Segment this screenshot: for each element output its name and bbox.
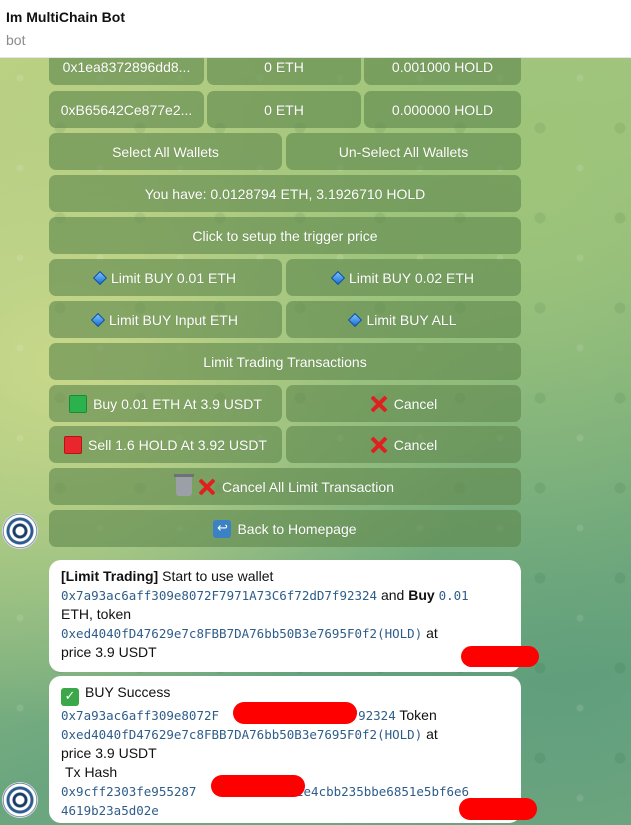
sell-order-label: Sell 1.6 HOLD At 3.92 USDT	[88, 436, 267, 453]
message-text-segment: ETH, token	[61, 606, 132, 622]
cancel-label: Cancel	[393, 436, 438, 453]
buy-success-text: BUY Success	[85, 684, 171, 700]
tx-hash-code[interactable]: 4619b23a5d02e	[61, 803, 159, 818]
buy-keyword: Buy	[408, 587, 435, 603]
wallet-eth-button[interactable]: 0 ETH	[207, 58, 361, 85]
wallet-address-button[interactable]: 0x1ea8372896dd8...	[49, 58, 204, 85]
blue-diamond-icon	[90, 312, 106, 327]
wallet-eth-label: 0 ETH	[264, 101, 304, 118]
sell-order-button[interactable]: Sell 1.6 HOLD At 3.92 USDT	[49, 426, 282, 463]
red-square-icon	[64, 435, 83, 454]
wallet-hold-label: 0.000000 HOLD	[391, 101, 494, 118]
wallet-hold-button[interactable]: 0.001000 HOLD	[364, 58, 521, 85]
wallet-eth-label: 0 ETH	[264, 59, 304, 75]
token-address-code[interactable]: 0xed4040fD47629e7c8FBB7DA76bb50B3e7695F0…	[61, 626, 422, 641]
red-x-icon	[370, 395, 388, 413]
redaction-mark	[459, 798, 537, 820]
buy-order-button[interactable]: Buy 0.01 ETH At 3.9 USDT	[49, 385, 282, 422]
cancel-label: Cancel	[393, 395, 438, 412]
limit-trading-transactions-button[interactable]: Limit Trading Transactions	[49, 343, 521, 380]
message-text-segment: and	[377, 587, 409, 603]
bot-avatar[interactable]	[2, 513, 38, 549]
cancel-all-label: Cancel All Limit Transaction	[222, 478, 394, 495]
setup-trigger-price-button[interactable]: Click to setup the trigger price	[49, 217, 521, 254]
trash-icon	[174, 474, 195, 496]
blue-diamond-icon	[348, 312, 363, 327]
wallet-address-code[interactable]: 0x7a93ac6aff309e8072F7971A73C6f72dD7f923…	[61, 588, 377, 603]
message-text-segment: Start to use wallet	[158, 568, 274, 584]
message-bubble: [Limit Trading] Start to use wallet 0x7a…	[49, 560, 521, 672]
limit-buy-all-label: Limit BUY ALL	[366, 311, 457, 328]
token-address-code[interactable]: 0xed4040fD47629e7c8FBB7DA76bb50B3e7695F0…	[61, 727, 422, 742]
chat-header: Im MultiChain Bot bot	[0, 0, 631, 58]
wallet-address-button[interactable]: 0xB65642Ce877e2...	[49, 91, 204, 128]
check-mark-icon: ✓	[61, 687, 79, 706]
back-to-homepage-button[interactable]: ↩ Back to Homepage	[49, 510, 521, 547]
chat-area[interactable]: 0x1ea8372896dd8... 0 ETH 0.001000 HOLD 0…	[0, 58, 631, 825]
cancel-buy-order-button[interactable]: Cancel	[286, 385, 521, 422]
wallet-eth-button[interactable]: 0 ETH	[207, 91, 361, 128]
unselect-all-wallets-button[interactable]: Un-Select All Wallets	[286, 133, 521, 170]
message-text-segment: Token	[395, 706, 437, 723]
chat-subtitle: bot	[6, 32, 26, 48]
wallet-hold-label: 0.001000 HOLD	[391, 59, 494, 75]
back-to-homepage-label: Back to Homepage	[237, 520, 357, 537]
message-line: 0x7a93ac6aff309e8072F7971A73C6f72dD7f923…	[61, 586, 509, 605]
limit-buy-input-label: Limit BUY Input ETH	[109, 311, 238, 328]
red-x-icon	[198, 478, 216, 496]
redaction-mark	[233, 702, 357, 724]
limit-buy-all-button[interactable]: Limit BUY ALL	[286, 301, 521, 338]
wallet-address-code[interactable]: 0x7a93ac6aff309e8072F	[61, 708, 219, 723]
message-bubble: ✓ BUY Success 0x7a93ac6aff309e8072F 7f9232…	[49, 676, 521, 823]
red-x-icon	[370, 436, 388, 454]
wallet-address-label: 0x1ea8372896dd8...	[62, 59, 191, 75]
cancel-all-limit-button[interactable]: Cancel All Limit Transaction	[49, 468, 521, 505]
tx-hash-code[interactable]: 32e4cbb235bbe6851e5bf6e6	[288, 784, 469, 799]
limit-buy-001-label: Limit BUY 0.01 ETH	[110, 269, 236, 286]
limit-buy-002-label: Limit BUY 0.02 ETH	[348, 269, 474, 286]
buy-order-label: Buy 0.01 ETH At 3.9 USDT	[93, 395, 262, 412]
message-line: 4619b23a5d02e	[61, 801, 509, 820]
back-arrow-icon: ↩	[213, 519, 232, 538]
limit-trading-tag: [Limit Trading]	[61, 568, 159, 584]
redaction-mark	[211, 775, 305, 797]
blue-diamond-icon	[330, 270, 346, 285]
limit-buy-002-button[interactable]: Limit BUY 0.02 ETH	[286, 259, 521, 296]
message-text-segment: at	[422, 725, 438, 742]
message-line: 0xed4040fD47629e7c8FBB7DA76bb50B3e7695F0…	[61, 624, 509, 643]
tx-hash-code[interactable]: 0x9cff2303fe955287	[61, 784, 196, 799]
price-text: price 3.9 USDT	[61, 744, 157, 761]
message-text: [Limit Trading] Start to use wallet	[61, 567, 509, 586]
message-line: 0xed4040fD47629e7c8FBB7DA76bb50B3e7695F0…	[61, 725, 509, 744]
select-all-wallets-button[interactable]: Select All Wallets	[49, 133, 282, 170]
price-text: price 3.9 USDT	[61, 644, 157, 660]
bot-avatar[interactable]	[2, 782, 38, 818]
limit-buy-input-button[interactable]: Limit BUY Input ETH	[49, 301, 282, 338]
limit-buy-001-button[interactable]: Limit BUY 0.01 ETH	[49, 259, 282, 296]
green-square-icon	[69, 394, 88, 413]
chat-title[interactable]: Im MultiChain Bot	[6, 9, 125, 25]
balance-button[interactable]: You have: 0.0128794 ETH, 3.1926710 HOLD	[49, 175, 521, 212]
message-text-segment: at	[422, 625, 438, 641]
wallet-hold-button[interactable]: 0.000000 HOLD	[364, 91, 521, 128]
cancel-sell-order-button[interactable]: Cancel	[286, 426, 521, 463]
redaction-mark	[461, 646, 539, 667]
wallet-address-label: 0xB65642Ce877e2...	[60, 101, 193, 118]
blue-diamond-icon	[92, 270, 108, 285]
amount-code[interactable]: 0.01	[439, 588, 469, 603]
